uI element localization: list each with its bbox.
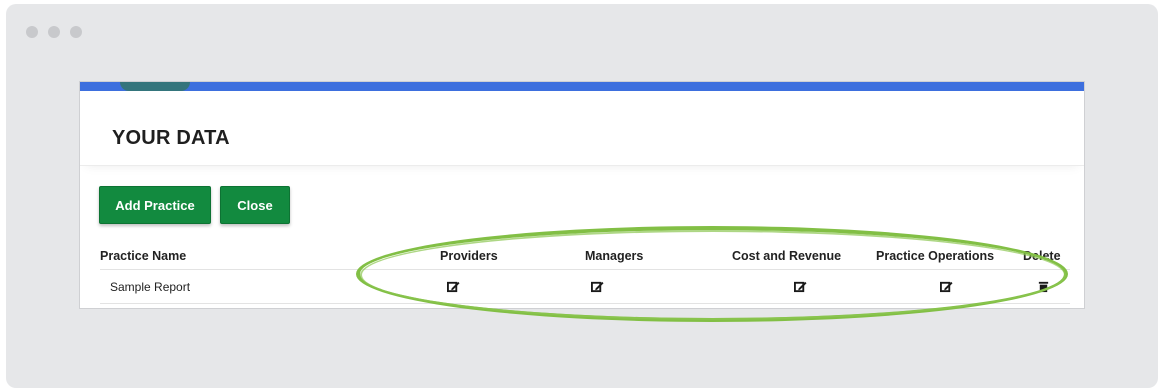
top-accent-bar bbox=[80, 82, 1084, 91]
window-minimize-dot[interactable] bbox=[48, 26, 60, 38]
page-title: YOUR DATA bbox=[112, 127, 230, 149]
header-practice-name: Practice Name bbox=[100, 249, 187, 263]
decorative-leaf bbox=[120, 82, 190, 91]
add-practice-button[interactable]: Add Practice bbox=[99, 186, 211, 224]
close-button[interactable]: Close bbox=[220, 186, 290, 224]
window-close-dot[interactable] bbox=[26, 26, 38, 38]
practice-name-cell: Sample Report bbox=[110, 280, 191, 294]
window-zoom-dot[interactable] bbox=[70, 26, 82, 38]
page-header: YOUR DATA bbox=[80, 91, 1084, 166]
highlight-ellipse-inner bbox=[360, 230, 1066, 320]
